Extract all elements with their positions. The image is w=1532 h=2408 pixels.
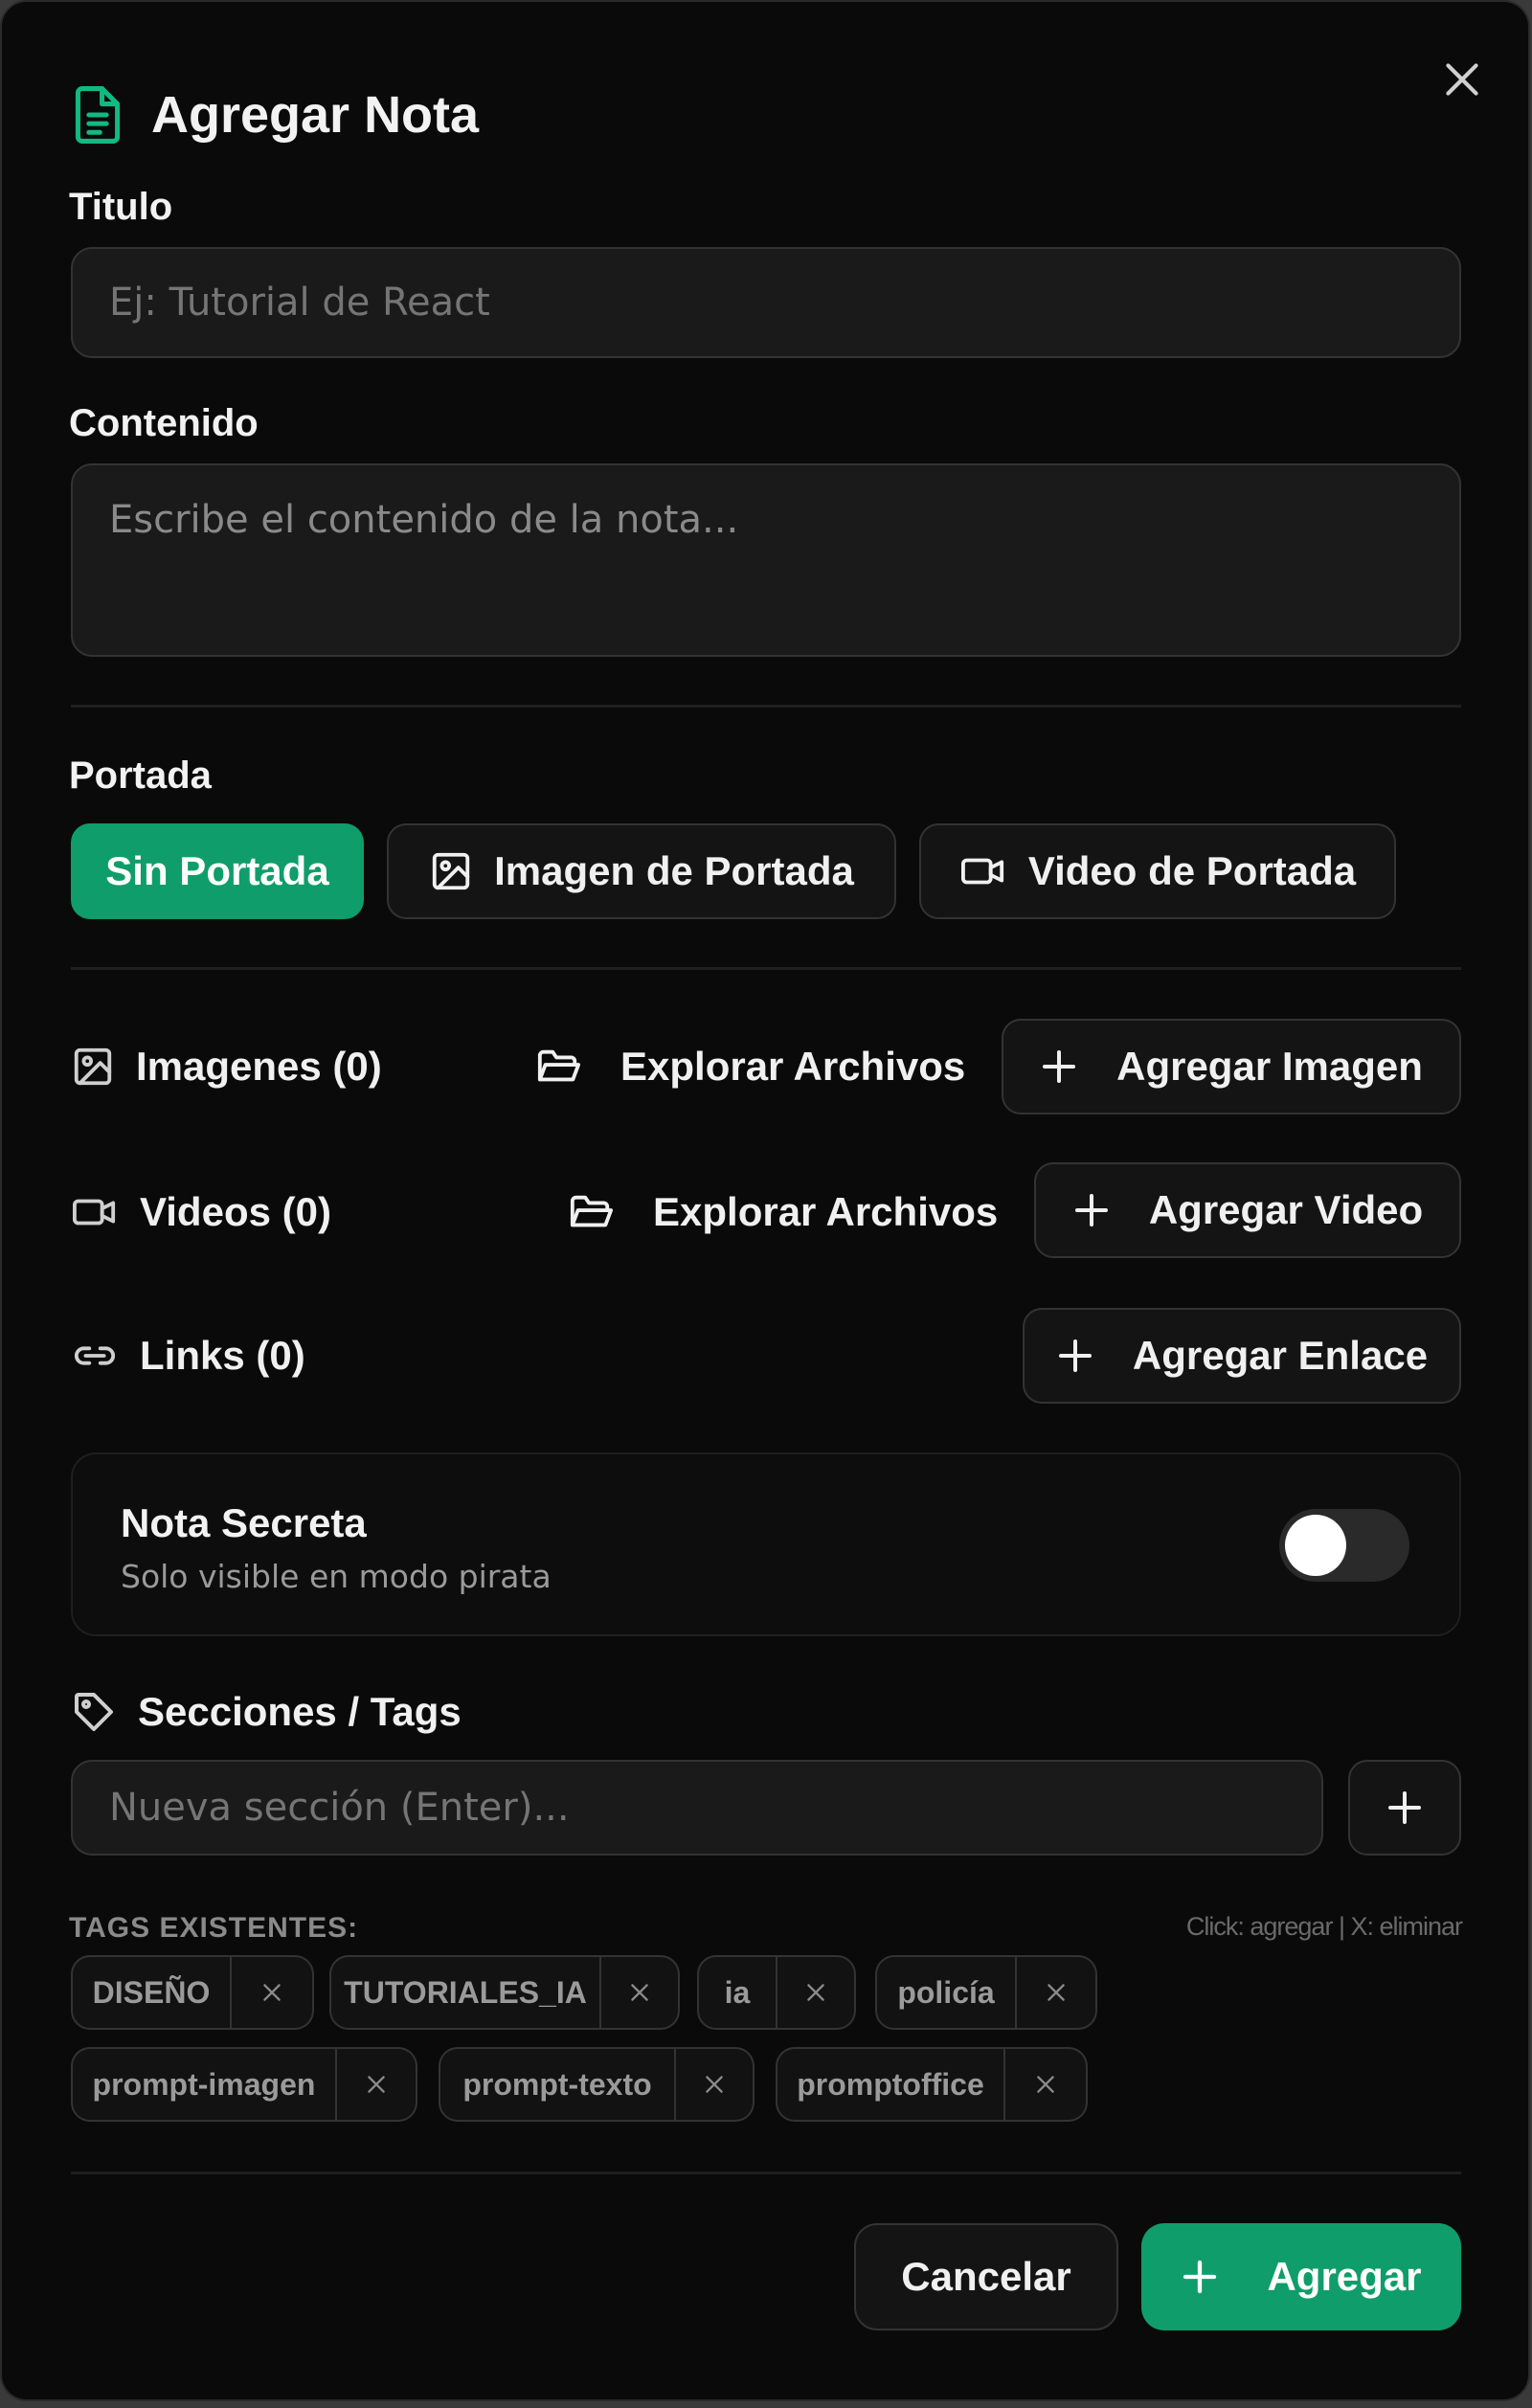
tag-chip-label[interactable]: prompt-imagen	[71, 2047, 337, 2122]
tag-chip-label[interactable]: policía	[875, 1955, 1017, 2030]
image-icon	[432, 852, 470, 890]
modal-header: Agregar Nota	[71, 77, 479, 153]
cancel-label: Cancelar	[901, 2254, 1071, 2299]
video-portada-button[interactable]: Video de Portada	[919, 823, 1396, 919]
video-icon	[960, 858, 1003, 885]
contenido-label: Contenido	[69, 402, 259, 444]
toggle-knob	[1285, 1515, 1346, 1576]
link-icon	[74, 1346, 116, 1365]
folder-icon	[537, 1049, 580, 1082]
divider	[71, 967, 1461, 970]
add-section-button[interactable]	[1348, 1760, 1461, 1856]
tag-icon	[75, 1693, 113, 1731]
imagen-portada-button[interactable]: Imagen de Portada	[387, 823, 896, 919]
secret-title: Nota Secreta	[121, 1500, 367, 1545]
agregar-imagen-button[interactable]: Agregar Imagen	[1002, 1019, 1461, 1114]
tag-chip-label[interactable]: prompt-texto	[439, 2047, 676, 2122]
close-icon[interactable]	[1438, 56, 1486, 103]
tag-chip-label[interactable]: TUTORIALES_IA	[329, 1955, 601, 2030]
tags-label: Secciones / Tags	[138, 1689, 462, 1734]
remove-tag-icon[interactable]	[232, 1955, 314, 2030]
existing-tags-label: TAGS EXISTENTES:	[69, 1912, 359, 1944]
explorar-imagenes-button[interactable]: Explorar Archivos	[534, 1040, 965, 1093]
remove-tag-icon[interactable]	[1005, 2047, 1088, 2122]
video-portada-label: Video de Portada	[1027, 848, 1357, 893]
divider	[71, 2172, 1461, 2174]
explorar-label: Explorar Archivos	[653, 1189, 999, 1234]
divider	[71, 705, 1461, 708]
explorar-label: Explorar Archivos	[620, 1044, 966, 1089]
tags-heading: Secciones / Tags	[71, 1683, 462, 1741]
submit-button[interactable]: Agregar	[1141, 2223, 1461, 2330]
folder-icon	[570, 1195, 613, 1227]
tag-chip: policía	[875, 1955, 1097, 2030]
imagen-portada-label: Imagen de Portada	[494, 848, 854, 893]
new-section-input[interactable]	[71, 1760, 1323, 1856]
tag-chip: DISEÑO	[71, 1955, 314, 2030]
agregar-enlace-button[interactable]: Agregar Enlace	[1023, 1308, 1461, 1404]
tag-chip-label[interactable]: promptoffice	[776, 2047, 1005, 2122]
titulo-label: Titulo	[69, 186, 173, 228]
plus-icon	[1074, 1194, 1108, 1227]
tag-chip: ia	[697, 1955, 856, 2030]
plus-icon	[1183, 2260, 1217, 2294]
remove-tag-icon[interactable]	[777, 1955, 856, 2030]
sin-portada-button[interactable]: Sin Portada	[71, 823, 364, 919]
image-icon	[74, 1047, 112, 1086]
remove-tag-icon[interactable]	[676, 2047, 755, 2122]
plus-icon	[1058, 1339, 1092, 1372]
contenido-textarea[interactable]: Escribe el contenido de la nota...	[71, 463, 1461, 657]
titulo-input[interactable]	[71, 247, 1461, 358]
videos-label: Videos (0)	[140, 1189, 331, 1234]
tag-chip-label[interactable]: ia	[697, 1955, 777, 2030]
secret-toggle[interactable]	[1279, 1509, 1409, 1582]
plus-icon	[1043, 1050, 1076, 1083]
agregar-video-button[interactable]: Agregar Video	[1034, 1162, 1461, 1258]
secret-subtitle: Solo visible en modo pirata	[121, 1558, 552, 1595]
agregar-imagen-label: Agregar Imagen	[1116, 1044, 1423, 1089]
videos-count: Videos (0)	[71, 1185, 331, 1239]
imagenes-label: Imagenes (0)	[136, 1044, 382, 1089]
remove-tag-icon[interactable]	[337, 2047, 417, 2122]
portada-label: Portada	[69, 754, 212, 797]
modal-title: Agregar Nota	[151, 86, 480, 144]
agregar-video-label: Agregar Video	[1148, 1187, 1424, 1232]
tag-chip: prompt-imagen	[71, 2047, 417, 2122]
tag-chip-label[interactable]: DISEÑO	[71, 1955, 232, 2030]
tag-chip: TUTORIALES_IA	[329, 1955, 680, 2030]
submit-label: Agregar	[1267, 2254, 1422, 2299]
sin-portada-label: Sin Portada	[105, 848, 329, 893]
cancel-button[interactable]: Cancelar	[854, 2223, 1118, 2330]
remove-tag-icon[interactable]	[1017, 1955, 1097, 2030]
tag-chip: promptoffice	[776, 2047, 1088, 2122]
tags-hint: Click: agregar | X: eliminar	[1185, 1912, 1463, 1941]
imagenes-count: Imagenes (0)	[71, 1040, 382, 1093]
doc-icon	[75, 86, 121, 144]
tag-chip: prompt-texto	[439, 2047, 755, 2122]
agregar-enlace-label: Agregar Enlace	[1132, 1333, 1429, 1378]
secret-note-card: Nota Secreta Solo visible en modo pirata	[71, 1452, 1461, 1636]
video-icon	[72, 1199, 116, 1226]
plus-icon	[1388, 1791, 1421, 1824]
remove-tag-icon[interactable]	[601, 1955, 680, 2030]
explorar-videos-button[interactable]: Explorar Archivos	[567, 1185, 998, 1239]
links-count: Links (0)	[71, 1329, 305, 1383]
links-label: Links (0)	[140, 1333, 305, 1378]
add-note-modal: Agregar Nota Titulo Contenido Escribe el…	[0, 0, 1530, 2401]
